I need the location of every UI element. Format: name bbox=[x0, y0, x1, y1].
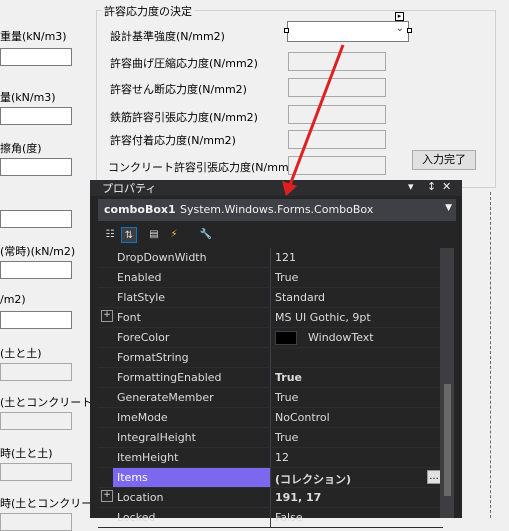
arrow-line bbox=[288, 44, 345, 186]
annotation-arrow bbox=[282, 44, 345, 196]
